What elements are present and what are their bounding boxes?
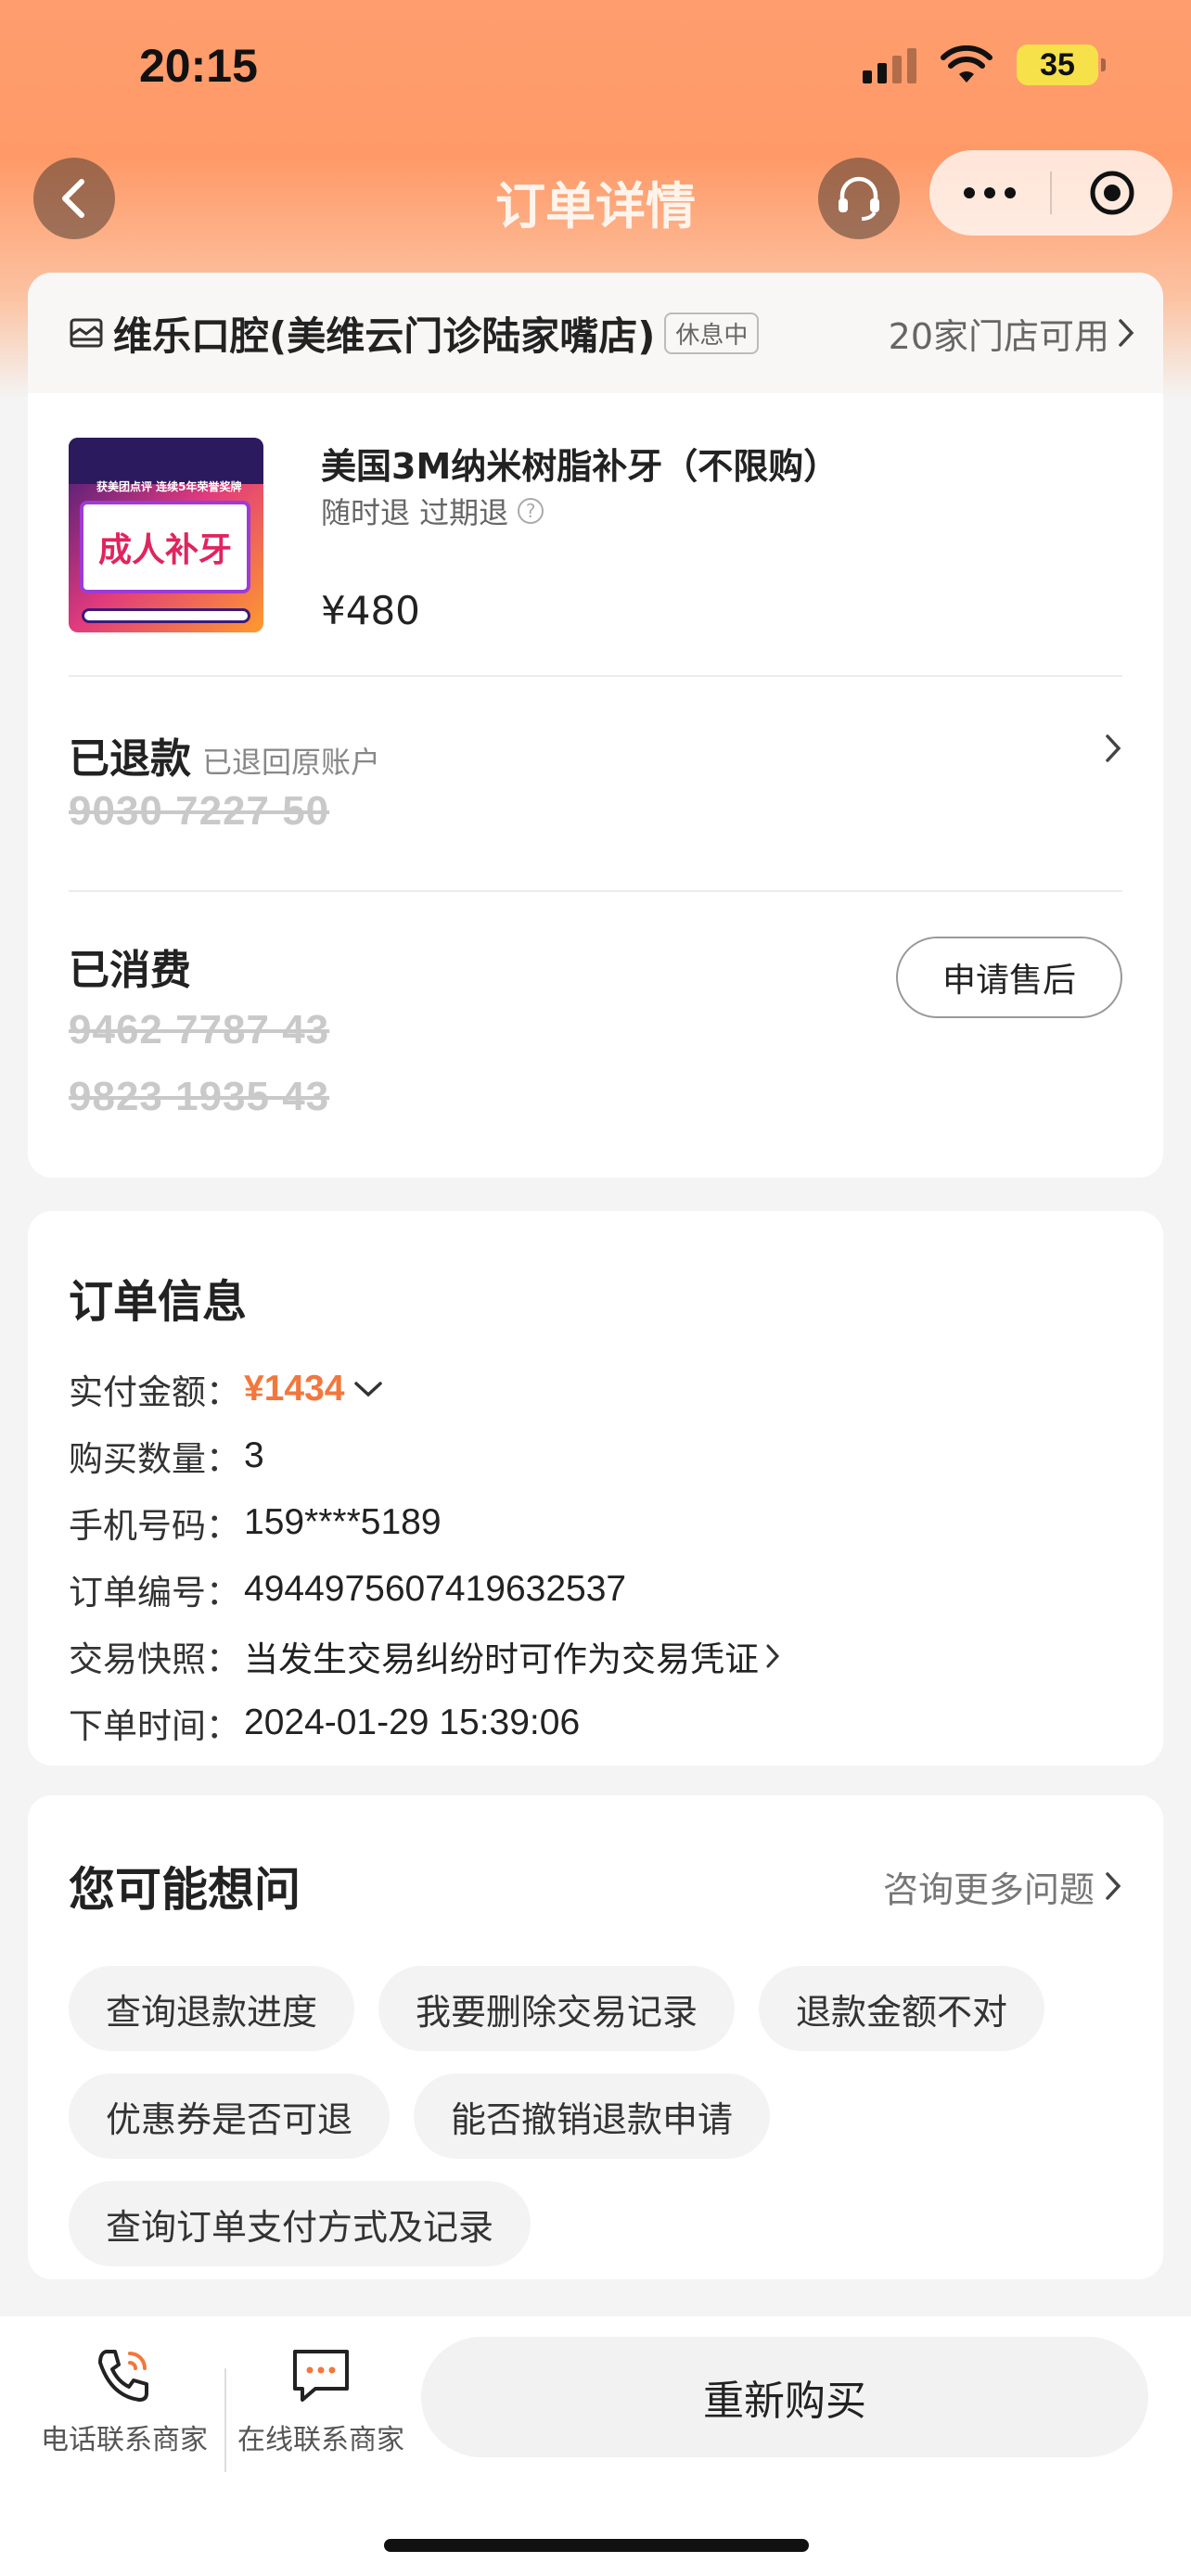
more-dots-icon (964, 187, 1016, 198)
rebuy-button[interactable]: 重新购买 (421, 2337, 1148, 2457)
product-item[interactable]: 获美团点评 连续5年荣誉奖牌 成人补牙 美国3M纳米树脂补牙（不限购） 随时退 … (69, 438, 1122, 642)
help-icon[interactable]: ? (518, 498, 544, 524)
consumed-code: 9462 7787 43 (69, 1007, 330, 1052)
order-number-value: 4944975607419632537 (244, 1569, 627, 1609)
order-time-label: 下单时间： (69, 1706, 240, 1746)
thumbnail-banner-text: 获美团点评 连续5年荣誉奖牌 (96, 480, 242, 493)
status-icons: 35 (863, 45, 1106, 85)
faq-chip[interactable]: 优惠券是否可退 (69, 2073, 391, 2159)
refunded-code: 9030 7227 50 (69, 788, 330, 834)
more-questions-link[interactable]: 咨询更多问题 (883, 1861, 1122, 1912)
after-sale-button[interactable]: 申请售后 (896, 937, 1122, 1018)
thumbnail-bar (82, 608, 250, 623)
online-contact-button[interactable]: 在线联系商家 (210, 2342, 432, 2457)
phone-row: 手机号码： 159****5189 (69, 1489, 1122, 1556)
order-info-card: 订单信息 实付金额： ¥1434 购买数量： 3 手机号码： 159****51… (28, 1211, 1163, 1766)
order-number-label: 订单编号： (69, 1573, 240, 1613)
faq-chip[interactable]: 退款金额不对 (759, 1966, 1045, 2051)
refunded-title: 已退款 (69, 735, 191, 783)
consumed-title: 已消费 (69, 947, 191, 994)
online-contact-label: 在线联系商家 (237, 2424, 404, 2456)
phone-contact-button[interactable]: 电话联系商家 (13, 2342, 236, 2457)
quantity-row: 购买数量： 3 (69, 1422, 1122, 1489)
store-status-badge: 休息中 (664, 312, 760, 354)
snapshot-label: 交易快照： (69, 1639, 240, 1679)
thumbnail-panel: 成人补牙 (80, 501, 250, 593)
thumbnail-banner (69, 438, 263, 484)
cellular-signal-icon (863, 46, 916, 83)
headset-icon (839, 176, 879, 221)
faq-header: 您可能想问 咨询更多问题 (69, 1853, 1122, 1919)
refunded-note: 已退回原账户 (202, 745, 381, 780)
product-title: 美国3M纳米树脂补牙（不限购） (321, 446, 839, 487)
faq-chip[interactable]: 能否撤销退款申请 (414, 2073, 771, 2159)
thumbnail-text: 成人补牙 (97, 531, 232, 569)
chevron-right-icon (1119, 319, 1134, 347)
battery-indicator: 35 (1017, 45, 1106, 85)
snapshot-value: 当发生交易纠纷时可作为交易凭证 (244, 1639, 759, 1679)
order-number-row: 订单编号： 4944975607419632537 (69, 1556, 1122, 1623)
phone-label: 手机号码： (69, 1506, 240, 1546)
store-name: 维乐口腔(美维云门诊陆家嘴店) (113, 312, 656, 359)
paid-amount-label: 实付金额： (69, 1372, 240, 1412)
target-icon (1090, 171, 1134, 215)
store-row[interactable]: 维乐口腔(美维云门诊陆家嘴店) 休息中 20家门店可用 (28, 273, 1163, 393)
phone-value: 159****5189 (244, 1502, 442, 1542)
chevron-right-icon (1106, 1872, 1121, 1900)
chat-icon (293, 2350, 349, 2402)
faq-card: 您可能想问 咨询更多问题 查询退款进度 我要删除交易记录 退款金额不对 优惠券是… (28, 1795, 1163, 2279)
quantity-label: 购买数量： (69, 1439, 240, 1479)
close-mini-program-button[interactable] (1052, 150, 1172, 236)
mini-program-capsule (929, 150, 1172, 236)
consumed-code: 9823 1935 43 (69, 1074, 330, 1119)
wifi-icon (941, 45, 992, 83)
order-time-row: 下单时间： 2024-01-29 15:39:06 (69, 1690, 1122, 1756)
divider (69, 675, 1122, 677)
divider (69, 890, 1122, 892)
chevron-right-icon (766, 1644, 780, 1668)
refunded-section-title[interactable]: 已退款 已退回原账户 (69, 725, 380, 784)
store-icon (70, 318, 103, 348)
more-questions-text: 咨询更多问题 (882, 1868, 1095, 1910)
quantity-value: 3 (244, 1435, 264, 1475)
faq-chip[interactable]: 查询订单支付方式及记录 (69, 2181, 531, 2266)
customer-service-button[interactable] (818, 158, 900, 239)
status-time: 20:15 (139, 40, 258, 92)
faq-chip[interactable]: 我要删除交易记录 (378, 1966, 736, 2051)
available-stores-text: 20家门店可用 (888, 315, 1109, 357)
order-time-value: 2024-01-29 15:39:06 (244, 1702, 581, 1742)
order-info-title: 订单信息 (69, 1276, 248, 1328)
home-indicator (384, 2539, 809, 2552)
phone-icon (98, 2350, 148, 2402)
product-price: ¥480 (321, 588, 420, 633)
snapshot-row[interactable]: 交易快照： 当发生交易纠纷时可作为交易凭证 (69, 1623, 1122, 1690)
product-thumbnail: 获美团点评 连续5年荣誉奖牌 成人补牙 (69, 438, 263, 632)
more-button[interactable] (929, 150, 1050, 236)
faq-chip[interactable]: 查询退款进度 (69, 1966, 355, 2051)
bottom-action-bar: 电话联系商家 在线联系商家 重新购买 (0, 2316, 1191, 2576)
chevron-right-icon[interactable] (1104, 733, 1122, 764)
faq-chips: 查询退款进度 我要删除交易记录 退款金额不对 优惠券是否可退 能否撤销退款申请 … (69, 1966, 1122, 2266)
paid-amount-row[interactable]: 实付金额： ¥1434 (69, 1356, 1122, 1422)
product-refund-policy: 随时退 过期退 ? (321, 490, 544, 532)
order-card: 维乐口腔(美维云门诊陆家嘴店) 休息中 20家门店可用 获美团点评 连续5年荣誉… (28, 273, 1163, 1178)
phone-contact-label: 电话联系商家 (41, 2424, 208, 2456)
chevron-down-icon (354, 1382, 383, 1397)
faq-title: 您可能想问 (69, 1863, 301, 1917)
paid-amount-value: ¥1434 (244, 1369, 345, 1409)
refund-policy-text: 随时退 过期退 (321, 495, 509, 530)
available-stores-link[interactable]: 20家门店可用 (889, 308, 1135, 359)
